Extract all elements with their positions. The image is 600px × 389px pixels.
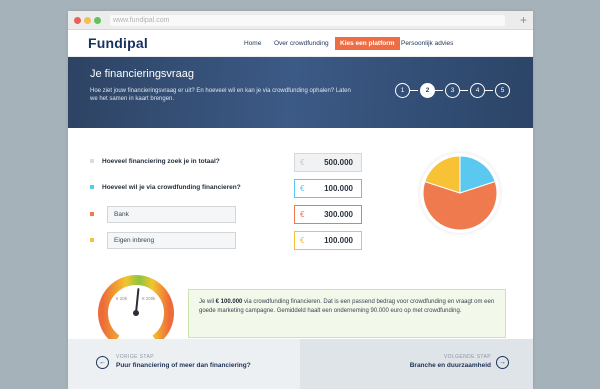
navbar: Fundipal Home Over crowdfunding Kies een… bbox=[68, 30, 533, 57]
bullet-eigen bbox=[90, 238, 94, 242]
financing-pie-chart bbox=[422, 155, 498, 231]
new-tab-button[interactable]: + bbox=[520, 12, 527, 28]
next-step-button[interactable]: VOLGENDE STAP Branche en duurzaamheid → bbox=[300, 339, 533, 389]
step-5[interactable]: 5 bbox=[495, 83, 510, 98]
arrow-right-icon[interactable]: → bbox=[496, 356, 509, 369]
gauge-label-low: € 20k bbox=[116, 296, 128, 301]
bullet-crowd bbox=[90, 185, 94, 190]
bullet-bank bbox=[90, 212, 94, 216]
advice-amount: € 100.000 bbox=[215, 299, 243, 305]
bank-amount-input[interactable]: € 300.000 bbox=[294, 205, 362, 224]
step-connector bbox=[410, 90, 418, 91]
gauge-widget: € 20k € 200k bbox=[96, 273, 186, 353]
crowd-amount-value: 100.000 bbox=[324, 184, 353, 193]
step-3[interactable]: 3 bbox=[445, 83, 460, 98]
step-connector bbox=[485, 90, 493, 91]
advice-box: Je wil € 100.000 via crowdfunding financ… bbox=[188, 289, 506, 338]
logo[interactable]: Fundipal bbox=[88, 35, 148, 51]
eigen-amount-input[interactable]: € 100.000 bbox=[294, 231, 362, 250]
bank-label-field[interactable]: Bank bbox=[107, 206, 236, 223]
next-step-caption: VOLGENDE STAP bbox=[443, 354, 491, 360]
step-2-active[interactable]: 2 bbox=[420, 83, 435, 98]
currency-symbol: € bbox=[300, 210, 305, 219]
step-connector bbox=[460, 90, 468, 91]
arrow-left-icon[interactable]: ← bbox=[96, 356, 109, 369]
browser-chrome: www.fundipal.com + bbox=[68, 11, 533, 30]
pie-chart-card bbox=[420, 153, 500, 233]
hero-banner: Je financieringsvraag Hoe ziet jouw fina… bbox=[68, 57, 533, 128]
total-amount-input[interactable]: € 500.000 bbox=[294, 153, 362, 172]
address-bar[interactable]: www.fundipal.com bbox=[110, 15, 505, 26]
question-crowd-label: Hoeveel wil je via crowdfunding financie… bbox=[102, 184, 241, 191]
eigen-amount-value: 100.000 bbox=[324, 236, 353, 245]
currency-symbol: € bbox=[300, 236, 305, 245]
previous-step-title[interactable]: Puur financiering of meer dan financieri… bbox=[116, 362, 251, 369]
eigen-inbreng-field[interactable]: Eigen inbreng bbox=[107, 232, 236, 249]
bank-amount-value: 300.000 bbox=[324, 210, 353, 219]
nav-kies-een-platform[interactable]: Kies een platform bbox=[335, 37, 400, 50]
hero-title: Je financieringsvraag bbox=[90, 68, 194, 80]
total-amount-value: 500.000 bbox=[324, 158, 353, 167]
step-connector bbox=[435, 90, 443, 91]
advice-text-after: via crowdfunding financieren. Dat is een… bbox=[199, 299, 495, 314]
nav-home[interactable]: Home bbox=[244, 37, 261, 50]
step-1[interactable]: 1 bbox=[395, 83, 410, 98]
question-crowd: Hoeveel wil je via crowdfunding financie… bbox=[90, 184, 241, 191]
advice-text-before: Je wil bbox=[199, 299, 216, 305]
question-total: Hoeveel financiering zoek je in totaal? bbox=[90, 158, 220, 165]
crowd-amount-input[interactable]: € 100.000 bbox=[294, 179, 362, 198]
question-total-label: Hoeveel financiering zoek je in totaal? bbox=[102, 158, 220, 165]
gauge-label-high: € 200k bbox=[142, 296, 156, 301]
previous-step-button[interactable]: ← VORIGE STAP Puur financiering of meer … bbox=[68, 339, 300, 389]
step-footer: ← VORIGE STAP Puur financiering of meer … bbox=[68, 339, 533, 389]
questionnaire: Hoeveel financiering zoek je in totaal? … bbox=[68, 128, 533, 353]
step-4[interactable]: 4 bbox=[470, 83, 485, 98]
previous-step-caption: VORIGE STAP bbox=[116, 354, 154, 360]
close-window-dot[interactable] bbox=[74, 17, 81, 24]
gauge-hub bbox=[133, 310, 139, 316]
next-step-title[interactable]: Branche en duurzaamheid bbox=[410, 362, 491, 369]
nav-over-crowdfunding[interactable]: Over crowdfunding bbox=[274, 37, 329, 50]
browser-window: www.fundipal.com + Fundipal Home Over cr… bbox=[68, 11, 533, 389]
minimize-window-dot[interactable] bbox=[84, 17, 91, 24]
crowdfunding-gauge: € 20k € 200k bbox=[96, 273, 176, 353]
currency-symbol: € bbox=[300, 158, 305, 167]
maximize-window-dot[interactable] bbox=[94, 17, 101, 24]
nav-persoonlijk-advies[interactable]: Persoonlijk advies bbox=[401, 37, 453, 50]
currency-symbol: € bbox=[300, 184, 305, 193]
hero-text: Hoe ziet jouw financieringsvraag er uit?… bbox=[90, 88, 351, 102]
bullet-total bbox=[90, 159, 94, 164]
